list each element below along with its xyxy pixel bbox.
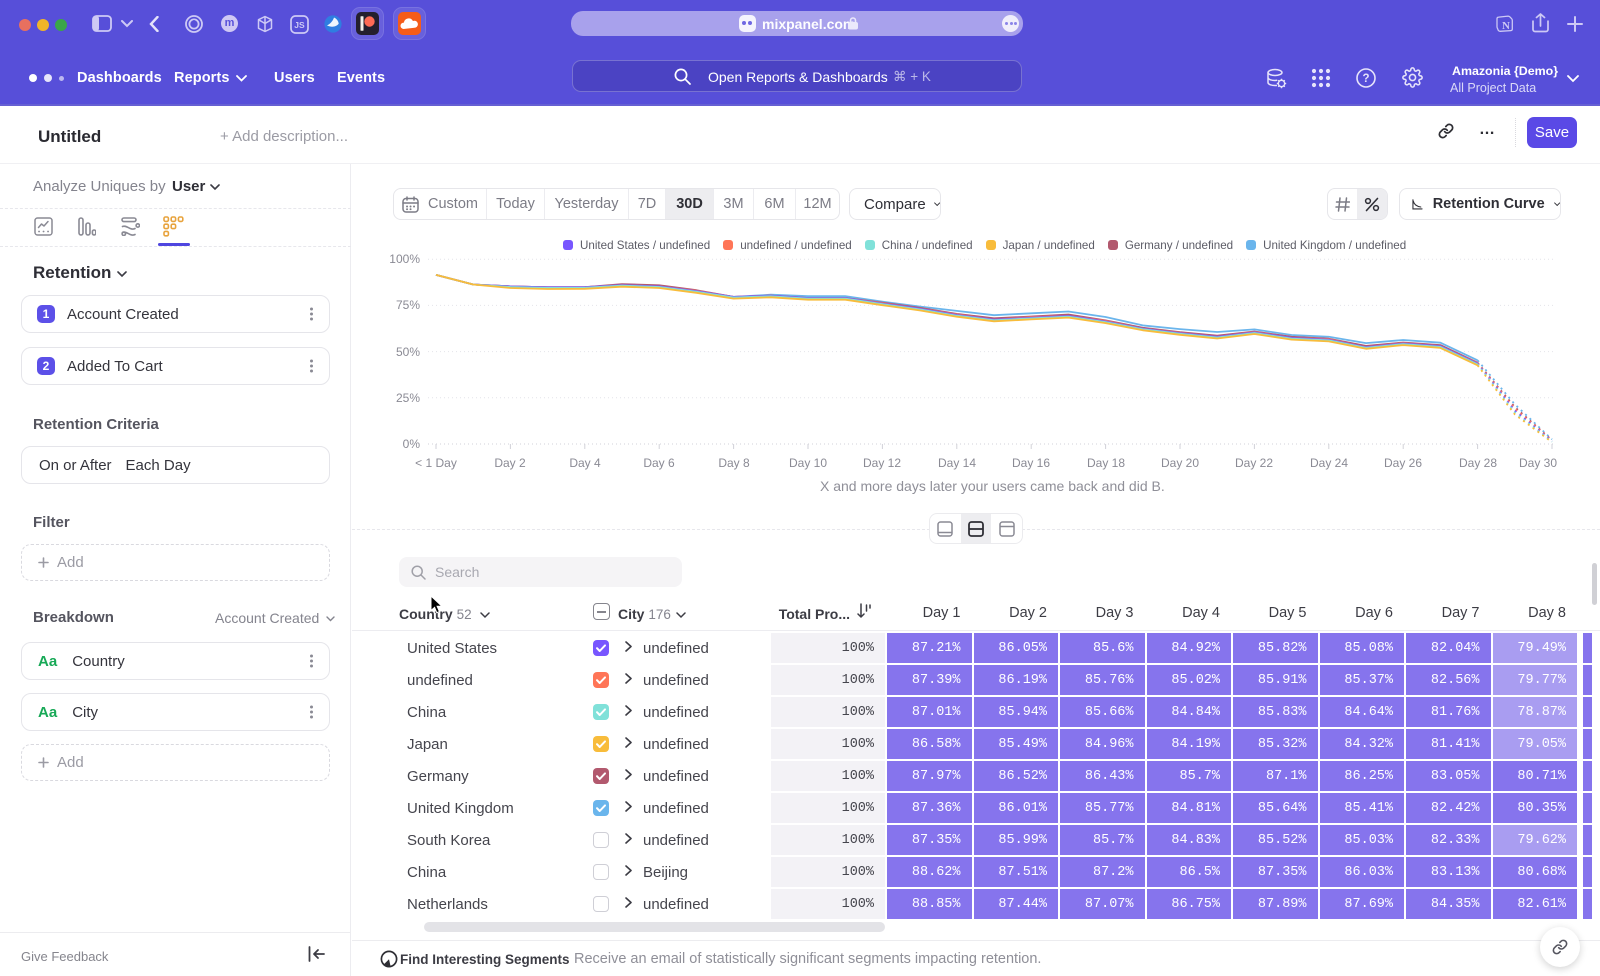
svg-text:JS: JS [294, 20, 305, 30]
svg-text:?: ? [1362, 73, 1369, 85]
svg-text:N: N [1502, 20, 1510, 32]
